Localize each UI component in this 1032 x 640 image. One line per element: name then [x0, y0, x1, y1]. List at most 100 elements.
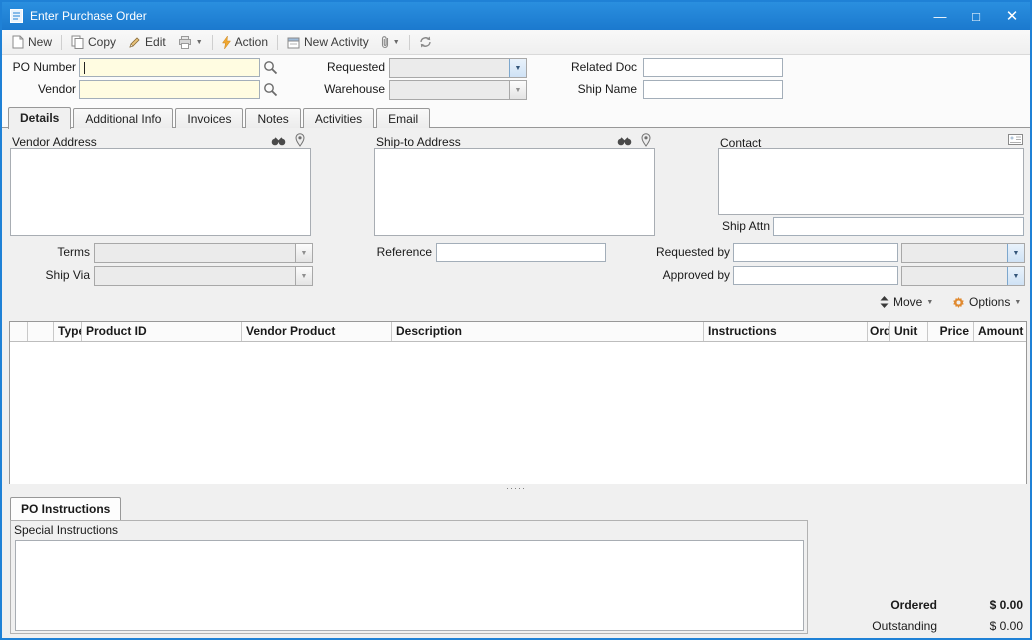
- titlebar[interactable]: Enter Purchase Order — □ ✕: [2, 2, 1030, 30]
- ordered-total-value: $ 0.00: [937, 597, 1023, 613]
- attachments-dropdown-icon[interactable]: ▼: [393, 39, 400, 46]
- tab-details[interactable]: Details: [8, 107, 71, 129]
- ship-to-map-pin-icon[interactable]: [641, 133, 651, 147]
- activity-icon: [287, 36, 300, 49]
- chevron-down-icon: ▼: [1013, 250, 1020, 257]
- requested-date-combo[interactable]: ▼: [389, 58, 527, 78]
- tab-invoices[interactable]: Invoices: [175, 108, 243, 128]
- new-activity-button-label: New Activity: [304, 35, 369, 49]
- ship-via-combo[interactable]: ▼: [94, 266, 313, 286]
- grid-column-amount[interactable]: Amount: [974, 322, 1026, 341]
- ship-to-address-textarea[interactable]: [374, 148, 655, 236]
- splitter-dots-icon: ·····: [506, 483, 526, 493]
- approved-by-label: Approved by: [627, 266, 730, 285]
- tab-activities[interactable]: Activities: [303, 108, 374, 128]
- po-number-label: PO Number: [2, 58, 76, 77]
- options-button[interactable]: Options ▼: [948, 292, 1025, 312]
- tab-po-instructions[interactable]: PO Instructions: [10, 497, 121, 520]
- grid-column-vendor-product[interactable]: Vendor Product: [242, 322, 392, 341]
- gear-icon: [952, 296, 965, 309]
- ship-to-lookup-binoculars-icon[interactable]: [617, 136, 632, 146]
- ship-attn-label: Ship Attn: [687, 217, 770, 236]
- grid-column-instructions[interactable]: Instructions: [704, 322, 868, 341]
- grid-column-product-id[interactable]: Product ID: [82, 322, 242, 341]
- lightning-icon: [222, 36, 231, 49]
- warehouse-dropdown-button[interactable]: ▼: [509, 81, 526, 99]
- warehouse-value: [390, 81, 509, 99]
- tab-additional-info[interactable]: Additional Info: [73, 108, 173, 128]
- maximize-button[interactable]: □: [958, 2, 994, 30]
- move-button[interactable]: Move ▼: [876, 292, 937, 312]
- chevron-down-icon: ▼: [1013, 273, 1020, 280]
- ship-via-dropdown-button[interactable]: ▼: [295, 267, 312, 285]
- close-icon: ✕: [1006, 7, 1019, 25]
- ship-name-input[interactable]: [643, 80, 783, 99]
- warehouse-label: Warehouse: [297, 80, 385, 99]
- terms-combo[interactable]: ▼: [94, 243, 313, 263]
- requested-by-dropdown-button[interactable]: ▼: [1007, 244, 1024, 262]
- approved-by-dropdown-button[interactable]: ▼: [1007, 267, 1024, 285]
- tab-notes[interactable]: Notes: [245, 108, 300, 128]
- grid-column-row-selector[interactable]: [10, 322, 28, 341]
- approved-by-input[interactable]: [733, 266, 898, 285]
- window-controls: — □ ✕: [922, 2, 1030, 30]
- new-button[interactable]: New: [6, 32, 58, 53]
- attachments-button[interactable]: ▼: [375, 32, 406, 53]
- requested-dropdown-button[interactable]: ▼: [509, 59, 526, 77]
- outstanding-total-label: Outstanding: [827, 618, 937, 634]
- special-instructions-textarea[interactable]: [15, 540, 804, 631]
- requested-by-input[interactable]: [733, 243, 898, 262]
- related-doc-input[interactable]: [643, 58, 783, 77]
- po-number-input[interactable]: [79, 58, 260, 77]
- minimize-button[interactable]: —: [922, 2, 958, 30]
- window-title: Enter Purchase Order: [30, 9, 147, 23]
- chevron-down-icon: ▼: [301, 273, 308, 280]
- grid-column-type[interactable]: Type: [54, 322, 82, 341]
- vendor-label: Vendor: [2, 80, 76, 99]
- grid-column-status[interactable]: [28, 322, 54, 341]
- reference-input[interactable]: [436, 243, 606, 262]
- ship-attn-input[interactable]: [773, 217, 1024, 236]
- approved-by-combo[interactable]: ▼: [901, 266, 1025, 286]
- new-activity-button[interactable]: New Activity: [281, 32, 375, 53]
- detail-tabstrip: Details Additional Info Invoices Notes A…: [8, 106, 432, 128]
- refresh-button[interactable]: [413, 32, 438, 53]
- toolbar-separator: [212, 35, 213, 50]
- details-panel: Vendor Address Ship-to Address Contact S…: [2, 127, 1030, 491]
- vendor-address-map-pin-icon[interactable]: [295, 133, 305, 147]
- vendor-input[interactable]: [79, 80, 260, 99]
- vendor-address-textarea[interactable]: [10, 148, 311, 236]
- close-button[interactable]: ✕: [994, 2, 1030, 30]
- vendor-address-lookup-binoculars-icon[interactable]: [271, 136, 286, 146]
- copy-button-label: Copy: [88, 35, 116, 49]
- grid-column-description[interactable]: Description: [392, 322, 704, 341]
- copy-button[interactable]: Copy: [65, 32, 122, 53]
- warehouse-combo[interactable]: ▼: [389, 80, 527, 100]
- window-icon: [10, 9, 23, 23]
- toolbar-separator: [277, 35, 278, 50]
- requested-by-combo[interactable]: ▼: [901, 243, 1025, 263]
- new-button-label: New: [28, 35, 52, 49]
- edit-button[interactable]: Edit: [122, 32, 172, 53]
- toolbar-separator: [61, 35, 62, 50]
- tab-email[interactable]: Email: [376, 108, 430, 128]
- splitter-handle[interactable]: ·····: [2, 484, 1030, 494]
- grid-column-price[interactable]: Price: [928, 322, 974, 341]
- contact-card-icon[interactable]: [1008, 134, 1023, 145]
- grid-body-empty[interactable]: [10, 342, 1026, 484]
- action-button[interactable]: Action: [216, 32, 274, 53]
- print-dropdown-icon[interactable]: ▼: [196, 39, 203, 46]
- requested-by-combo-value: [902, 244, 1007, 262]
- toolbar-separator: [409, 35, 410, 50]
- terms-value: [95, 244, 295, 262]
- grid-column-unit[interactable]: Unit: [890, 322, 928, 341]
- vendor-search-icon[interactable]: [263, 82, 278, 97]
- print-button[interactable]: ▼: [172, 32, 209, 53]
- toolbar: New Copy Edit ▼ Action New Activity ▼: [2, 30, 1030, 55]
- po-number-search-icon[interactable]: [263, 60, 278, 75]
- grid-column-ord[interactable]: Ord: [868, 322, 890, 341]
- contact-textarea[interactable]: [718, 148, 1024, 215]
- terms-label: Terms: [2, 243, 90, 262]
- outstanding-total-value: $ 0.00: [937, 618, 1023, 634]
- terms-dropdown-button[interactable]: ▼: [295, 244, 312, 262]
